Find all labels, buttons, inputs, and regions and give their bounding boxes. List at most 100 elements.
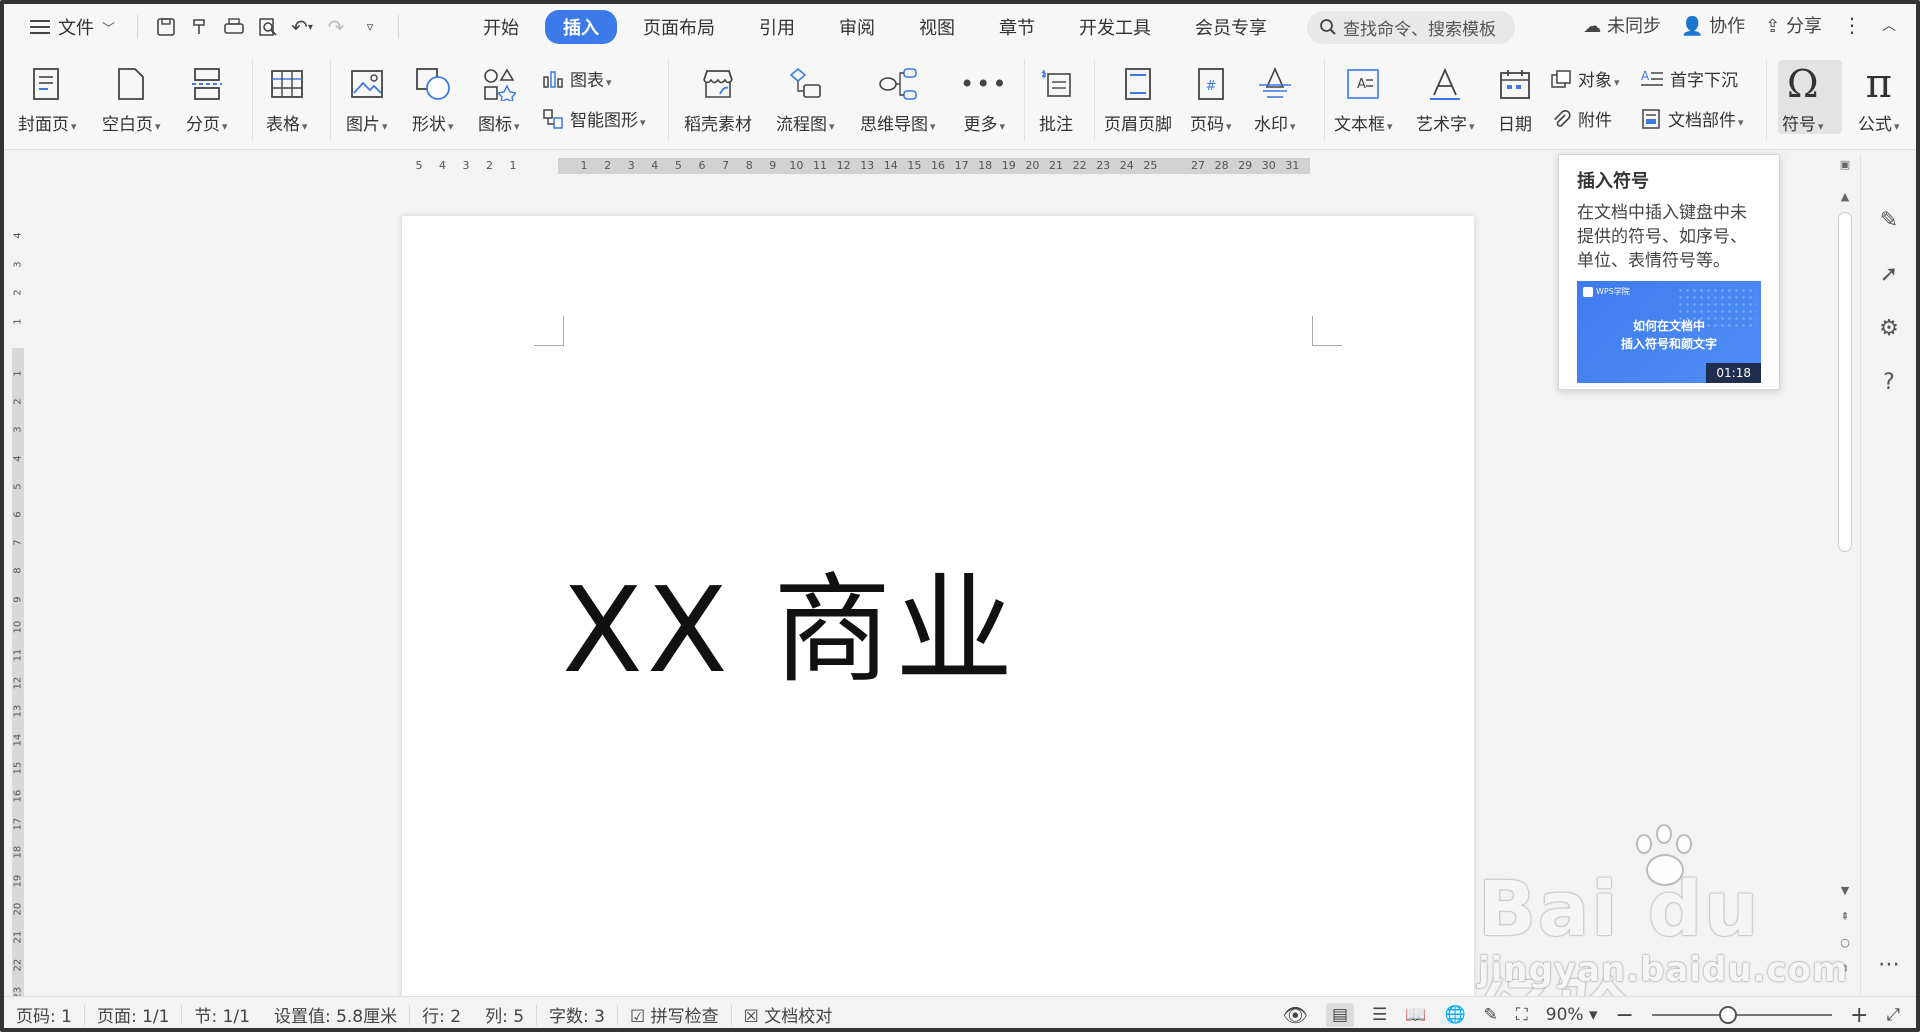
- tab-5[interactable]: 视图: [901, 10, 973, 44]
- formula-button[interactable]: π 公式: [1858, 58, 1900, 135]
- flowchart-button[interactable]: 流程图: [776, 58, 835, 135]
- drop-cap-button[interactable]: A 首字下沉: [1640, 66, 1738, 91]
- status-row[interactable]: 行: 2: [410, 1002, 473, 1027]
- doc-parts-button[interactable]: 文档部件: [1640, 106, 1744, 131]
- watermark-url: jingyan.baidu.com: [1478, 950, 1849, 990]
- page-number-button[interactable]: # 页码: [1190, 58, 1232, 135]
- zoom-slider-knob[interactable]: [1718, 1006, 1737, 1024]
- ruler-tick-label: 23: [1096, 159, 1111, 172]
- attachment-button[interactable]: 附件: [1550, 106, 1612, 131]
- select-cursor-icon[interactable]: ➚: [1873, 258, 1905, 290]
- picture-button[interactable]: 图片: [346, 58, 388, 135]
- calendar-icon: [1499, 58, 1531, 110]
- eye-protection-icon[interactable]: 👁: [1283, 1003, 1308, 1027]
- tutorial-video-thumbnail[interactable]: WPS学院 如何在文档中 插入符号和颜文字 01:18: [1577, 281, 1761, 383]
- outline-view-icon[interactable]: ☰: [1372, 1005, 1387, 1025]
- scroll-up-icon[interactable]: ▲: [1838, 190, 1852, 203]
- select-browse-icon[interactable]: ○: [1838, 936, 1852, 949]
- collapse-ribbon-icon[interactable]: ︿: [1882, 15, 1896, 35]
- cover-page-button[interactable]: 封面页: [18, 58, 77, 135]
- tab-1[interactable]: 插入: [545, 10, 618, 44]
- spell-check-button[interactable]: ☑ 拼写检查: [618, 1002, 731, 1027]
- omega-icon: Ω: [1787, 62, 1819, 106]
- flowchart-label: 流程图: [776, 110, 835, 135]
- page-break-button[interactable]: 分页: [186, 58, 228, 135]
- more-options-icon[interactable]: ⋮: [1842, 13, 1862, 37]
- vertical-scrollbar[interactable]: ▣ ▲ ▼ ⇞ ○ ⇟: [1834, 154, 1856, 984]
- edit-pen-icon[interactable]: ✎: [1873, 204, 1905, 236]
- ruler-tick-label: 16: [12, 789, 24, 803]
- shape-button[interactable]: 形状: [412, 58, 454, 135]
- page-view-icon[interactable]: ▤: [1325, 1003, 1355, 1027]
- status-section[interactable]: 节: 1/1: [182, 1002, 262, 1027]
- print-icon[interactable]: [220, 13, 248, 41]
- tab-0[interactable]: 开始: [465, 10, 537, 44]
- watermark-button[interactable]: 水印: [1254, 58, 1296, 135]
- status-setting[interactable]: 设置值: 5.8厘米: [262, 1002, 409, 1027]
- write-mode-icon[interactable]: ✎: [1484, 1005, 1498, 1025]
- zoom-in-icon[interactable]: +: [1850, 1003, 1868, 1028]
- doc-proof-label: 文档校对: [764, 1007, 833, 1027]
- icon-button[interactable]: 图标: [478, 58, 520, 135]
- status-page[interactable]: 页面: 1/1: [85, 1002, 182, 1027]
- share-button[interactable]: ⇪ 分享: [1765, 12, 1822, 38]
- tab-6[interactable]: 章节: [981, 10, 1053, 44]
- zoom-out-icon[interactable]: −: [1616, 1003, 1634, 1028]
- scroll-down-icon[interactable]: ▼: [1838, 884, 1852, 897]
- undo-icon[interactable]: ↶ ▾: [288, 13, 316, 41]
- blank-page-button[interactable]: 空白页: [102, 58, 161, 135]
- status-page-code[interactable]: 页码: 1: [4, 1002, 84, 1027]
- status-col[interactable]: 列: 5: [473, 1002, 536, 1027]
- zoom-slider[interactable]: [1651, 1006, 1832, 1024]
- doc-proof-button[interactable]: ☒ 文档校对: [732, 1002, 845, 1027]
- collab-button[interactable]: 👤 协作: [1681, 12, 1745, 38]
- sync-button[interactable]: ☁ 未同步: [1583, 12, 1661, 38]
- horizontal-ruler[interactable]: 5 4 3 2 1 1 2 3 4 5 6 7 8 9 10 11 12 13 14 15 16 17 18 19 20 21 22…: [402, 156, 1488, 176]
- chart-button[interactable]: 图表: [542, 66, 612, 91]
- web-view-icon[interactable]: 🌐: [1444, 1005, 1465, 1025]
- tab-7[interactable]: 开发工具: [1061, 10, 1169, 44]
- word-art-button[interactable]: 艺术字: [1416, 58, 1475, 135]
- prev-page-icon[interactable]: ⇞: [1838, 910, 1852, 923]
- tab-4[interactable]: 审阅: [821, 10, 893, 44]
- smart-art-button[interactable]: 智能图形: [542, 106, 646, 131]
- ruler-tick-label: 25: [1143, 159, 1158, 172]
- tab-2[interactable]: 页面布局: [625, 10, 733, 44]
- vertical-ruler[interactable]: 4 3 2 1 1 2 3 4 5 6 7 8 9 10 11 12 13 14 15 16 17 18 19 20 21 22 2…: [8, 216, 26, 1000]
- fullscreen-icon[interactable]: ⤢: [1886, 1005, 1900, 1025]
- text-box-button[interactable]: A 文本框: [1334, 58, 1393, 135]
- redo-icon[interactable]: ↷: [322, 13, 350, 41]
- paperclip-icon: [1554, 109, 1571, 127]
- header-footer-button[interactable]: 页眉页脚: [1104, 58, 1172, 135]
- reading-view-icon[interactable]: 📖: [1405, 1005, 1426, 1025]
- scrollbar-thumb[interactable]: [1838, 212, 1852, 552]
- fit-page-icon[interactable]: ⛶: [1516, 1005, 1528, 1025]
- docer-material-button[interactable]: 稻壳素材: [684, 58, 752, 135]
- video-title-line1: 如何在文档中: [1632, 319, 1705, 333]
- file-menu-button[interactable]: 文件 ﹀: [22, 10, 123, 44]
- text-box-label: 文本框: [1334, 110, 1393, 135]
- more-options-icon[interactable]: ⋯: [1873, 948, 1905, 980]
- document-page[interactable]: XX 商业: [402, 216, 1474, 1006]
- tab-3[interactable]: 引用: [741, 10, 813, 44]
- format-painter-icon[interactable]: [186, 13, 214, 41]
- table-button[interactable]: 表格: [266, 58, 308, 135]
- adjust-settings-icon[interactable]: ⚙: [1873, 312, 1905, 344]
- search-box[interactable]: 查找命令、搜索模板: [1307, 10, 1516, 44]
- chart-icon: [543, 70, 563, 88]
- object-button[interactable]: 对象: [1550, 66, 1620, 91]
- ruler-toggle-icon[interactable]: ▣: [1838, 158, 1852, 171]
- help-icon[interactable]: ?: [1873, 366, 1905, 398]
- zoom-level[interactable]: 90% ▾: [1546, 1005, 1598, 1025]
- customize-toolbar-icon[interactable]: ▿: [356, 13, 384, 41]
- symbol-button[interactable]: Ω 符号: [1782, 58, 1824, 135]
- document-text[interactable]: XX 商业: [562, 534, 1017, 705]
- tab-8[interactable]: 会员专享: [1177, 10, 1285, 44]
- comment-button[interactable]: 批注: [1038, 58, 1074, 135]
- mind-map-button[interactable]: 思维导图: [860, 58, 936, 135]
- date-button[interactable]: 日期: [1498, 58, 1532, 135]
- print-preview-icon[interactable]: [254, 13, 282, 41]
- more-button[interactable]: ••• 更多: [960, 58, 1008, 135]
- save-icon[interactable]: [152, 13, 180, 41]
- status-word-count[interactable]: 字数: 3: [537, 1002, 617, 1027]
